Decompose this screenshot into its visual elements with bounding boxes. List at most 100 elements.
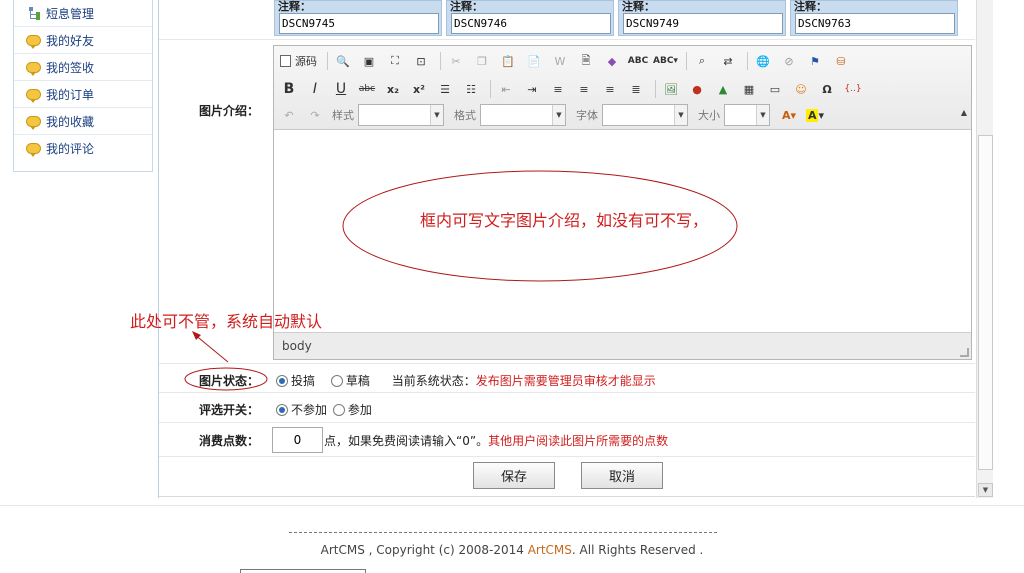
code-icon[interactable]: {..} [842,79,864,99]
save-button[interactable]: 保存 [473,462,555,489]
sidebar-item-receipts[interactable]: 我的签收 [14,54,152,81]
spellcheck-dropdown-icon[interactable]: ABC▾ [653,51,678,71]
show-blocks-icon[interactable]: ⊡ [410,51,432,71]
spellcheck-icon[interactable]: ABC [627,51,649,71]
indent-icon[interactable]: ⇥ [521,79,543,99]
sidebar-item-sms[interactable]: 短息管理 [14,0,152,27]
toolbar-row-1: 源码 🔍 ▣ ⛶ ⊡ ✂ ❐ 📋 📄 W 🗎 ◆ ABC ABC▾ ⌕ ⇄ 🌐 … [278,48,856,74]
collapse-toolbar-icon[interactable]: ▲ [961,108,967,117]
scroll-down-icon[interactable]: ▼ [978,483,993,497]
bg-color-icon[interactable]: A ▾ [804,105,826,125]
eraser-icon[interactable]: ◆ [601,51,623,71]
points-hint: 点，如果免费阅读请输入“0”。其他用户阅读此图片所需要的点数 [324,432,668,449]
image-icon[interactable]: 🖼 [660,79,682,99]
link-icon[interactable]: 🌐 [752,51,774,71]
paste-icon[interactable]: 📋 [497,51,519,71]
resize-grip-icon[interactable] [960,348,969,357]
align-right-icon[interactable]: ≡ [599,79,621,99]
text-color-icon[interactable]: A▾ [778,105,800,125]
chevron-down-icon: ▼ [756,105,769,125]
status-radio-submit[interactable] [276,374,288,387]
vote-radio-no[interactable] [276,403,288,416]
photo-title-box: 注释： [618,0,786,36]
footer-divider [0,505,1024,506]
align-left-icon[interactable]: ≡ [547,79,569,99]
redo-icon[interactable]: ↷ [304,105,326,125]
special-char-icon[interactable]: Ω [816,79,838,99]
print-icon[interactable]: 🗎 [575,51,597,71]
speech-bubble-icon [25,142,42,157]
source-button[interactable]: 源码 [278,51,319,71]
unlink-icon[interactable]: ⊘ [778,51,800,71]
photo-title-input[interactable] [795,13,955,34]
photo-title-input[interactable] [451,13,611,34]
scrollbar[interactable]: ▼ [976,0,993,498]
bottom-partial-element [240,569,366,573]
cut-icon[interactable]: ✂ [445,51,467,71]
copyright-prefix: ArtCMS , Copyright (c) 2008-2014 [320,543,528,557]
photo-title-input[interactable] [279,13,439,34]
photo-title-input[interactable] [623,13,783,34]
format-select[interactable]: ▼ [480,104,566,126]
photo-title-label: 注释： [622,0,655,13]
sidebar-item-label: 我的评论 [46,142,95,156]
horizontal-rule-icon[interactable]: ▭ [764,79,786,99]
sidebar-item-friends[interactable]: 我的好友 [14,27,152,54]
font-select[interactable]: ▼ [602,104,688,126]
scrollbar-thumb[interactable] [978,135,993,470]
form-icon[interactable]: ⛁ [830,51,852,71]
smiley-icon[interactable]: ☺ [790,79,812,99]
intro-label: 图片介绍： [199,104,260,118]
editor-annotation-text: 框内可写文字图片介绍，如没有可不写， [420,211,709,230]
insert-media-icon[interactable]: ▲ [712,79,734,99]
system-status-value: 发布图片需要管理员审核才能显示 [475,374,656,388]
align-justify-icon[interactable]: ≣ [625,79,647,99]
undo-icon[interactable]: ↶ [278,105,300,125]
vote-option-label: 参加 [347,403,372,417]
flash-icon[interactable]: ● [686,79,708,99]
photo-title-label: 注释： [450,0,483,13]
sidebar-item-comments[interactable]: 我的评论 [14,135,152,162]
find-icon[interactable]: ⌕ [691,51,713,71]
points-input[interactable] [272,427,323,453]
bold-icon[interactable]: B [278,79,300,99]
row-divider [159,39,975,40]
outdent-icon[interactable]: ⇤ [495,79,517,99]
source-label: 源码 [295,55,317,68]
paste-text-icon[interactable]: 📄 [523,51,545,71]
vote-radio-yes[interactable] [332,403,345,416]
align-center-icon[interactable]: ≡ [573,79,595,99]
copyright-brand-link[interactable]: ArtCMS [528,543,572,557]
sidebar-item-favorites[interactable]: 我的收藏 [14,108,152,135]
cancel-button[interactable]: 取消 [581,462,663,489]
italic-icon[interactable]: I [304,79,326,99]
table-icon[interactable]: ▦ [738,79,760,99]
maximize-icon[interactable]: ⛶ [384,51,406,71]
templates-icon[interactable]: ▣ [358,51,380,71]
photo-title-label: 注释： [794,0,827,13]
paste-word-icon[interactable]: W [549,51,571,71]
size-label: 大小 [698,109,720,122]
anchor-flag-icon[interactable]: ⚑ [804,51,826,71]
preview-icon[interactable]: 🔍 [332,51,354,71]
bullet-list-icon[interactable]: ☷ [460,79,482,99]
replace-icon[interactable]: ⇄ [717,51,739,71]
speech-bubble-icon [25,114,42,130]
photo-title-box: 注释： [790,0,958,36]
chevron-down-icon: ▼ [430,105,443,125]
size-select[interactable]: ▼ [724,104,770,126]
status-radio-draft[interactable] [330,374,343,387]
editor-path-bar: body [274,332,971,359]
status-option-label: 投搞 [291,374,316,388]
numbered-list-icon[interactable]: ☰ [434,79,456,99]
sidebar-item-orders[interactable]: 我的订单 [14,81,152,108]
strikethrough-icon[interactable]: abc [356,79,378,99]
underline-icon[interactable]: U [330,79,352,99]
toolbar-row-2: B I U abc x₂ x² ☰ ☷ ⇤ ⇥ ≡ ≡ ≡ ≣ 🖼 ● ▲ ▦ … [278,76,868,102]
style-select[interactable]: ▼ [358,104,444,126]
superscript-icon[interactable]: x² [408,79,430,99]
format-label: 格式 [454,109,476,122]
copy-icon[interactable]: ❐ [471,51,493,71]
subscript-icon[interactable]: x₂ [382,79,404,99]
status-label: 图片状态： [199,374,260,388]
